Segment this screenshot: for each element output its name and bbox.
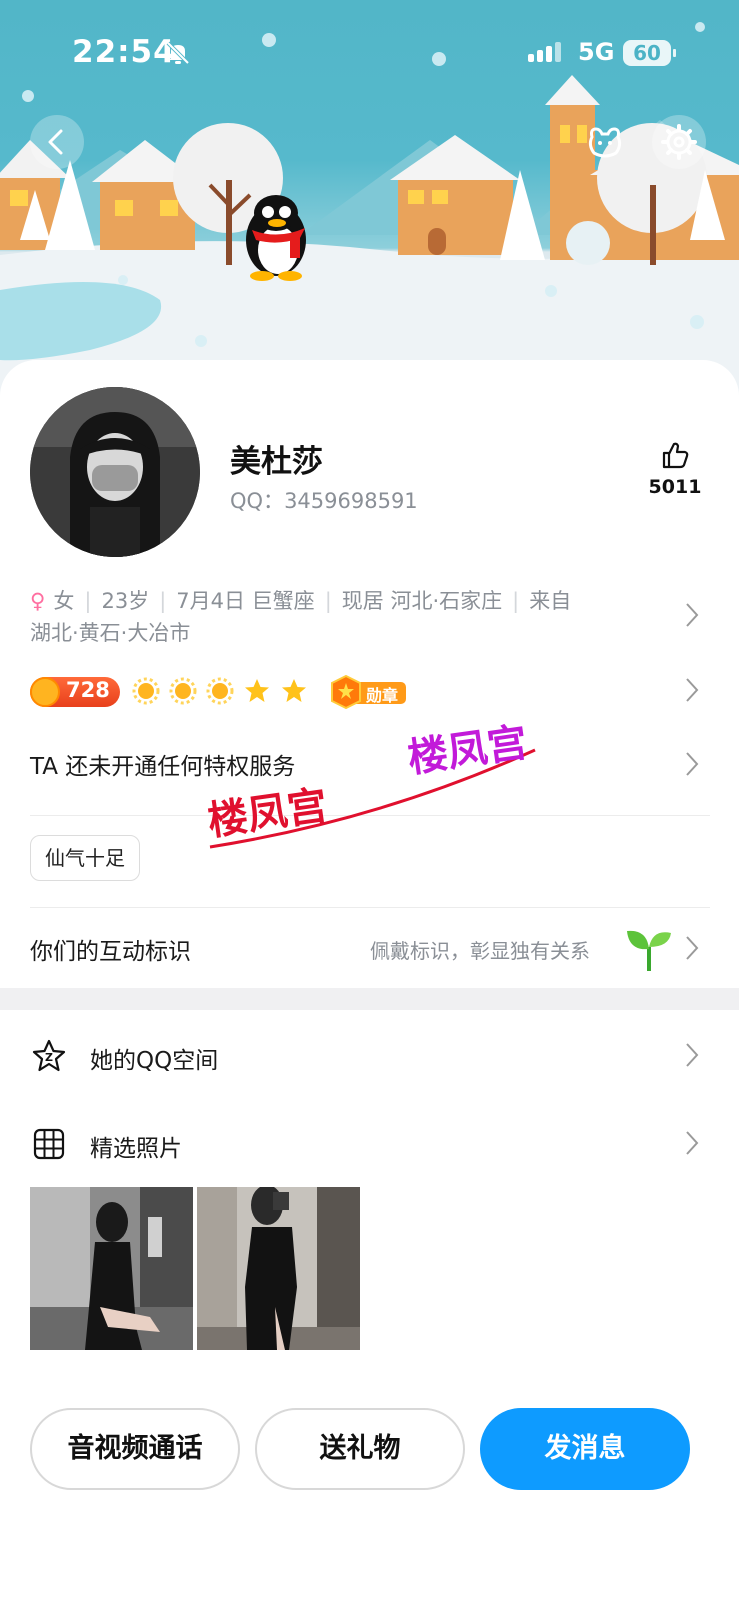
settings-button[interactable] [652, 115, 706, 169]
thumbs-up-icon [662, 442, 689, 469]
grid-icon [33, 1128, 65, 1160]
av-call-button[interactable]: 音视频通话 [30, 1408, 240, 1490]
photo-thumbnail[interactable] [197, 1187, 360, 1350]
like-button[interactable]: 5011 [640, 440, 710, 498]
level-value: 728 [66, 678, 110, 702]
chevron-right-icon [686, 1131, 699, 1155]
watermark-text-2: 楼凤宫 [405, 720, 530, 782]
age: 23岁 [101, 589, 150, 613]
watermark-overlay: 楼凤宫 楼凤宫 [205, 720, 536, 849]
svg-text:Z: Z [45, 1051, 53, 1064]
sprout-icon [627, 930, 671, 971]
profile-name: 美杜莎 [230, 444, 323, 480]
signal-strength-icon [528, 42, 561, 62]
gear-icon [661, 124, 697, 160]
back-button[interactable] [30, 115, 84, 169]
profile-tag[interactable]: 仙气十足 [30, 835, 140, 881]
send-gift-button[interactable]: 送礼物 [255, 1408, 465, 1490]
avatar[interactable] [30, 387, 200, 557]
battery-indicator: 60 [623, 40, 676, 66]
gender: 女 [53, 589, 75, 613]
qzone-star-icon: Z [32, 1039, 66, 1072]
birthday: 7月4日 巨蟹座 [176, 589, 315, 613]
qq-number-row[interactable]: QQ：3459698591 [230, 485, 418, 515]
like-count: 5011 [648, 476, 702, 498]
sun-level-icon [169, 677, 197, 705]
level-pill: 728 [30, 677, 120, 707]
hometown-label: 来自 [529, 589, 572, 613]
chevron-right-icon [686, 752, 699, 776]
profile-card: 美杜莎 QQ：3459698591 5011 ♀ 女 | 23岁 | 7月4日 巨蟹座 | 现… [0, 360, 739, 1010]
featured-photos-label: 精选照片 [90, 1136, 182, 1162]
qzone-label: 她的QQ空间 [90, 1048, 219, 1074]
chevron-right-icon [686, 1043, 699, 1067]
send-message-button[interactable]: 发消息 [480, 1408, 690, 1490]
network-type: 5G [578, 38, 615, 66]
female-icon: ♀ [30, 589, 46, 613]
pet-button[interactable] [578, 115, 632, 169]
pet-paw-icon [588, 127, 622, 158]
section-separator [0, 988, 739, 1010]
qq-number: 3459698591 [284, 489, 418, 513]
divider [30, 907, 710, 908]
chevron-left-icon [48, 129, 63, 155]
interaction-mark-hint: 佩戴标识，彰显独有关系 [370, 939, 590, 963]
chevron-right-icon [686, 603, 699, 627]
profile-info-row[interactable]: ♀ 女 | 23岁 | 7月4日 巨蟹座 | 现居 河北·石家庄 | 来自 湖北·黄石·大冶市 [30, 585, 670, 649]
status-bar: 22:54 5G 60 [0, 32, 739, 76]
avatar-photo [30, 387, 200, 557]
chevron-right-icon [686, 678, 699, 702]
interaction-mark-title[interactable]: 你们的互动标识 [30, 932, 191, 966]
qzone-row[interactable]: Z 她的QQ空间 [0, 1025, 739, 1085]
status-time: 22:54 [72, 34, 176, 70]
hometown-detail: 湖北·黄石·大冶市 [30, 621, 191, 645]
photo-image [30, 1187, 193, 1350]
photo-image [197, 1187, 360, 1350]
photo-thumbnail[interactable] [30, 1187, 193, 1350]
sun-level-icon [132, 677, 160, 705]
bell-muted-icon [166, 41, 190, 65]
watermark-text: 楼凤宫 [205, 783, 330, 845]
chevron-right-icon [686, 936, 699, 960]
qq-label: QQ： [230, 489, 285, 513]
level-crown-icon [30, 677, 60, 707]
featured-photos-row[interactable]: 精选照片 [0, 1113, 739, 1173]
location: 现居 河北·石家庄 [341, 589, 503, 613]
